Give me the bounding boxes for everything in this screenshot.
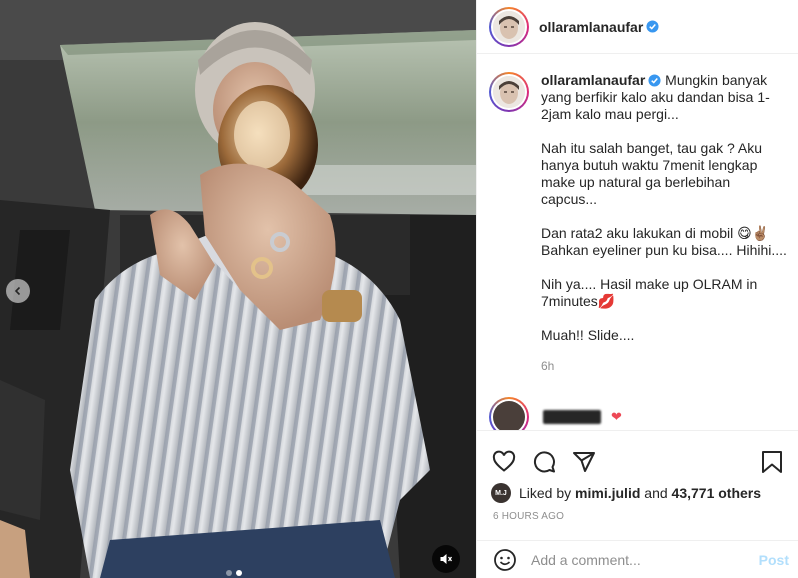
- share-button[interactable]: [571, 449, 597, 475]
- caption: ollaramlanaufar Mungkin banyak yang berf…: [489, 72, 798, 375]
- comment-icon: [533, 451, 555, 473]
- author-avatar[interactable]: [489, 6, 529, 47]
- liker-username[interactable]: mimi.julid: [575, 485, 640, 501]
- carousel-dot: [226, 570, 232, 576]
- share-icon: [573, 452, 595, 472]
- comment-input[interactable]: [531, 551, 759, 568]
- chevron-left-icon: [14, 286, 21, 296]
- caption-body: ollaramlanaufar Mungkin banyak yang berf…: [541, 72, 789, 375]
- video-frame: [0, 0, 476, 578]
- comments-list[interactable]: ollaramlanaufar Mungkin banyak yang berf…: [477, 72, 798, 430]
- commenter-username[interactable]: [543, 410, 601, 424]
- bookmark-icon: [762, 451, 782, 473]
- caption-text-para3: Dan rata2 aku lakukan di mobil 😋✌🏽 Bahka…: [541, 225, 787, 258]
- heart-icon: [492, 450, 516, 472]
- caption-text-para5: Muah!! Slide....: [541, 327, 635, 343]
- caption-text-para4: Nih ya.... Hasil make up OLRAM in 7minut…: [541, 276, 758, 309]
- caption-username[interactable]: ollaramlanaufar: [541, 72, 645, 88]
- emoji-icon[interactable]: [493, 548, 517, 572]
- post-actions: M.J Liked by mimi.julid and 43,771 other…: [477, 430, 798, 522]
- liked-by-connector: and: [644, 485, 668, 501]
- post-timestamp[interactable]: 6 HOURS AGO: [477, 511, 798, 522]
- previous-slide-button[interactable]: [6, 279, 30, 303]
- caption-text-para2: Nah itu salah banget, tau gak ? Aku hany…: [541, 140, 763, 207]
- verified-icon: [646, 20, 659, 33]
- commenter-avatar[interactable]: [489, 397, 529, 430]
- comment-button[interactable]: [531, 449, 557, 475]
- likes-summary: M.J Liked by mimi.julid and 43,771 other…: [477, 483, 798, 503]
- verified-icon: [648, 74, 661, 87]
- post-media[interactable]: [0, 0, 476, 578]
- avatar-photo: [493, 76, 525, 108]
- heart-icon: ❤: [611, 409, 622, 424]
- carousel-dot-active: [236, 570, 242, 576]
- avatar-photo: [493, 10, 525, 43]
- post-comment-button[interactable]: Post: [759, 552, 789, 568]
- mute-icon: [440, 554, 453, 564]
- mute-toggle-button[interactable]: [432, 545, 460, 573]
- liked-by-prefix: Liked by: [519, 485, 572, 501]
- add-comment-bar: Post: [477, 540, 798, 578]
- post-details-panel: ollaramlanaufar ollaramlanaufar Mungkin …: [476, 0, 798, 578]
- caption-author-avatar[interactable]: [489, 72, 529, 112]
- save-button[interactable]: [759, 449, 785, 475]
- post-header: ollaramlanaufar: [477, 0, 798, 54]
- action-icons: [477, 431, 798, 477]
- carousel-indicator: [226, 570, 242, 576]
- author-username[interactable]: ollaramlanaufar: [539, 19, 643, 35]
- comment-item: ❤: [489, 397, 798, 430]
- likes-count[interactable]: 43,771 others: [672, 485, 762, 501]
- like-button[interactable]: [491, 449, 517, 475]
- liker-avatar[interactable]: M.J: [491, 483, 511, 503]
- caption-timestamp[interactable]: 6h: [541, 358, 789, 375]
